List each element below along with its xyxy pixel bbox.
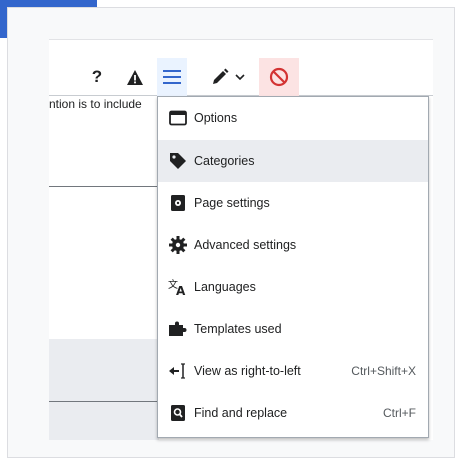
gear-icon	[168, 235, 188, 255]
menu-item-advanced-settings[interactable]: Advanced settings	[158, 224, 428, 266]
menu-item-categories[interactable]: Categories	[158, 140, 428, 182]
help-button[interactable]: ?	[84, 58, 110, 96]
warning-icon	[127, 69, 143, 85]
content-block	[49, 339, 159, 401]
menu-item-label: Templates used	[194, 322, 282, 336]
menu-item-label: Find and replace	[194, 406, 288, 420]
tag-icon	[168, 151, 188, 171]
menu-item-label: View as right-to-left	[194, 364, 301, 378]
menu-item-label: Options	[194, 111, 238, 125]
hamburger-icon	[163, 70, 181, 84]
menu-item-label: Categories	[194, 154, 255, 168]
menu-item-label: Advanced settings	[194, 238, 297, 252]
cancel-icon	[269, 67, 289, 87]
menu-item-page-settings[interactable]: Page settings	[158, 182, 428, 224]
pencil-icon	[213, 68, 229, 84]
menu-item-languages[interactable]: 文A Languages	[158, 266, 428, 308]
language-icon: 文A	[168, 277, 188, 297]
menu-item-find-replace[interactable]: Find and replace Ctrl+F	[158, 392, 428, 434]
divider	[49, 39, 433, 40]
menu-item-label: Page settings	[194, 196, 270, 210]
page-options-dropdown: Options Categories Page settings Advance…	[157, 96, 429, 438]
puzzle-icon	[168, 319, 188, 339]
content-divider	[49, 186, 159, 187]
find-replace-icon	[168, 403, 188, 423]
menu-item-shortcut: Ctrl+F	[383, 406, 416, 420]
menu-item-label: Languages	[194, 280, 256, 294]
svg-text:A: A	[176, 284, 186, 296]
chevron-down-icon	[235, 74, 245, 81]
window-icon	[168, 108, 188, 128]
menu-item-options[interactable]: Options	[158, 97, 428, 139]
page-content-text: ntion is to include	[49, 97, 142, 111]
cancel-button[interactable]	[259, 58, 299, 96]
rtl-icon	[168, 361, 188, 381]
menu-item-view-rtl[interactable]: View as right-to-left Ctrl+Shift+X	[158, 350, 428, 392]
notices-button[interactable]	[122, 58, 148, 96]
content-block	[49, 402, 159, 440]
page-options-menu-button[interactable]	[157, 58, 187, 96]
menu-item-shortcut: Ctrl+Shift+X	[351, 364, 416, 378]
page-settings-icon	[168, 193, 188, 213]
menu-item-templates-used[interactable]: Templates used	[158, 308, 428, 350]
edit-mode-button[interactable]	[204, 58, 252, 96]
